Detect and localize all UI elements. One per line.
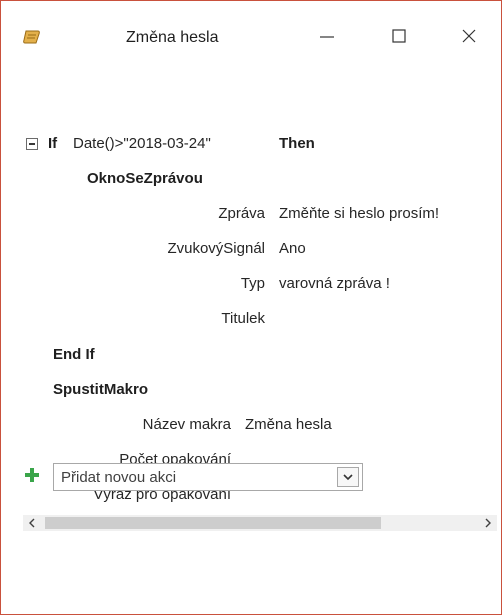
argument-label-titulek: Titulek <box>221 310 265 327</box>
scroll-right-button[interactable] <box>479 515 497 531</box>
chevron-down-icon <box>343 474 353 481</box>
dropdown-button[interactable] <box>337 467 359 487</box>
horizontal-scrollbar[interactable] <box>23 515 497 531</box>
close-icon <box>462 29 476 43</box>
window-title: Změna hesla <box>126 29 219 46</box>
add-action-combobox[interactable]: Přidat novou akci <box>53 463 363 491</box>
macro-window: Změna hesla If Date()>"2018-03-24" Then … <box>0 0 502 615</box>
maximize-button[interactable] <box>377 19 421 53</box>
action-name-spustitmakro[interactable]: SpustitMakro <box>53 381 148 398</box>
minimize-button[interactable] <box>305 19 349 53</box>
argument-value-zvukovysignal[interactable]: Ano <box>279 240 306 257</box>
argument-value-nazev-makra[interactable]: Změna hesla <box>245 416 332 433</box>
scroll-left-button[interactable] <box>23 515 41 531</box>
macro-designer: If Date()>"2018-03-24" Then OknoSeZprávo… <box>1 59 501 584</box>
action-name-oknosezpravou[interactable]: OknoSeZprávou <box>87 170 203 187</box>
close-button[interactable] <box>447 19 491 53</box>
argument-label-zvukovysignal: ZvukovýSignál <box>167 240 265 257</box>
then-keyword: Then <box>279 135 315 152</box>
if-condition[interactable]: Date()>"2018-03-24" <box>73 135 211 152</box>
minimize-icon <box>320 36 334 38</box>
argument-label-typ: Typ <box>240 275 265 292</box>
add-action-plus-icon <box>25 468 39 482</box>
argument-value-zprava[interactable]: Změňte si heslo prosím! <box>279 205 439 222</box>
chevron-left-icon <box>29 518 35 528</box>
add-action-placeholder: Přidat novou akci <box>61 469 177 486</box>
end-if-keyword: End If <box>53 346 95 363</box>
argument-label-zprava: Zpráva <box>218 205 265 222</box>
if-keyword: If <box>48 135 58 152</box>
title-bar[interactable]: Změna hesla <box>1 1 501 59</box>
chevron-right-icon <box>485 518 491 528</box>
scrollbar-thumb[interactable] <box>45 517 381 529</box>
collapse-if-icon[interactable] <box>26 138 38 150</box>
macro-scroll-icon <box>23 29 41 45</box>
argument-value-typ[interactable]: varovná zpráva ! <box>279 275 390 292</box>
argument-label-nazev-makra: Název makra <box>142 416 231 433</box>
maximize-icon <box>392 29 406 43</box>
